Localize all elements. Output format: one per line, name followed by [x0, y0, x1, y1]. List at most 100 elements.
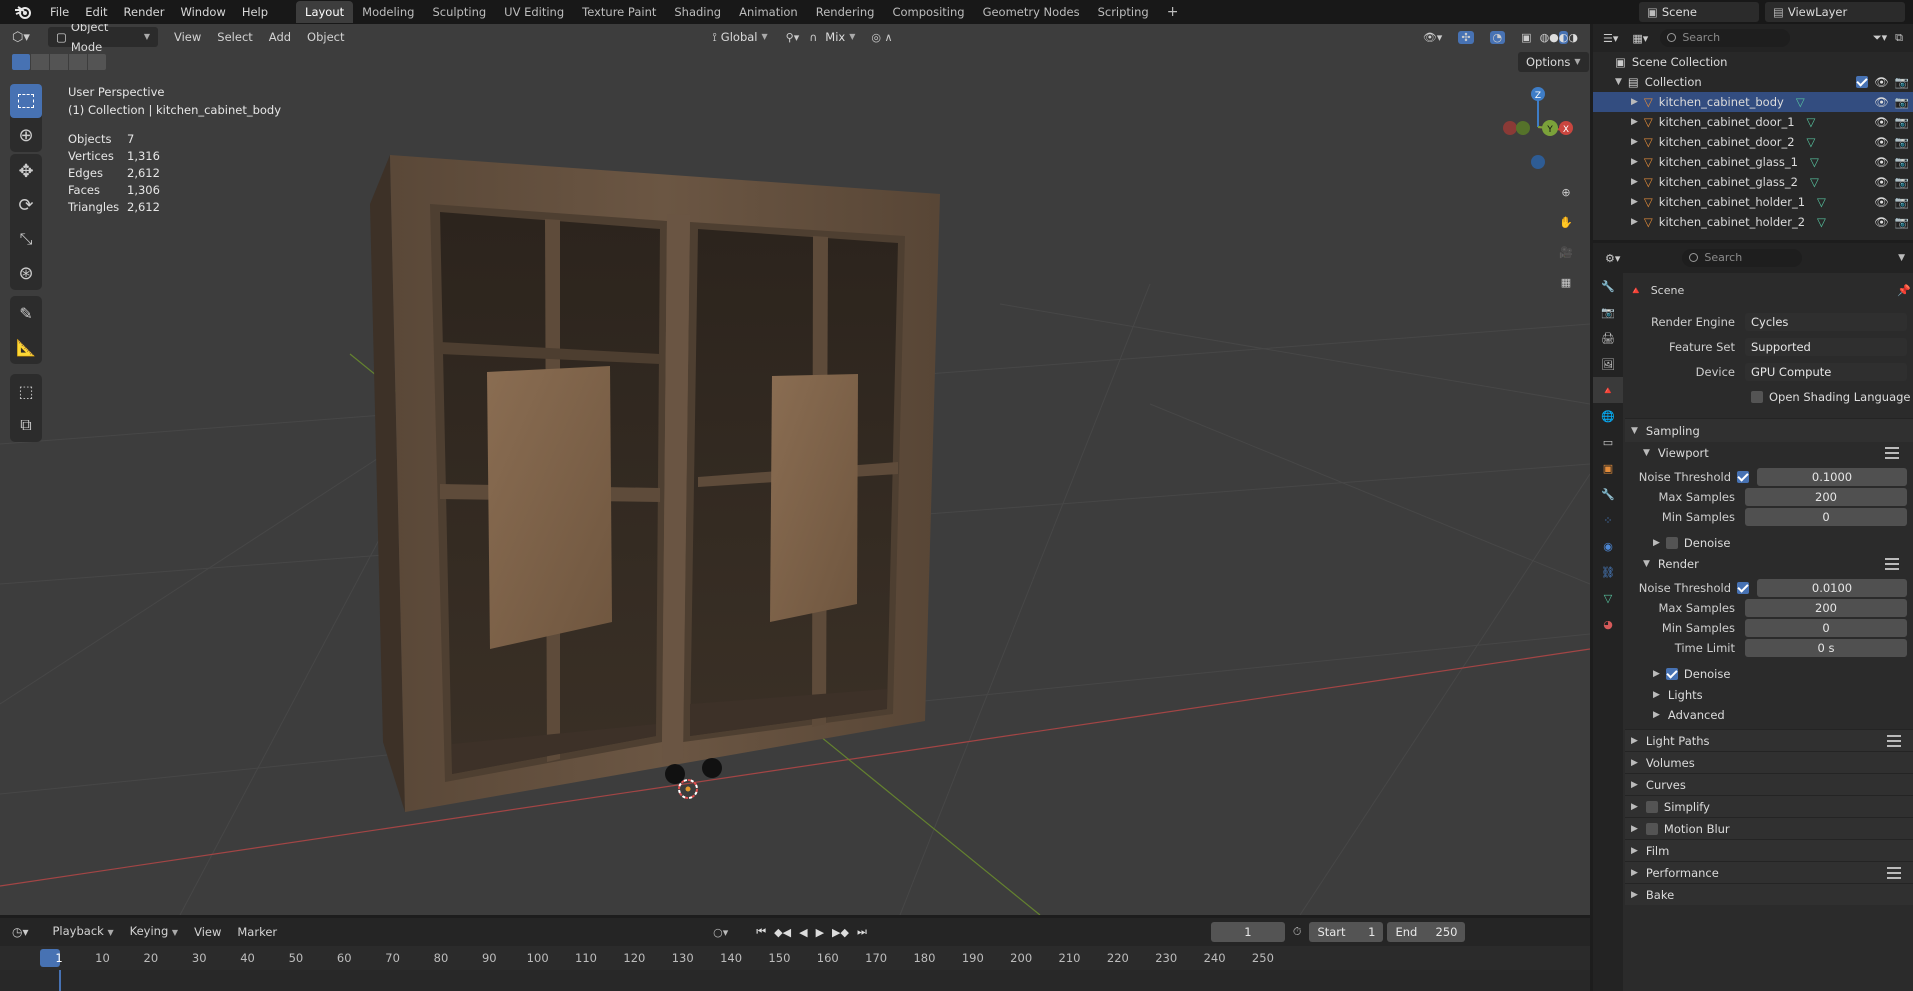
- display-mode-icon[interactable]: ▦▾: [1632, 32, 1648, 45]
- select-box-tool[interactable]: [10, 84, 42, 118]
- stopwatch-icon[interactable]: ⏱: [1293, 925, 1302, 939]
- cursor-tool[interactable]: ⊕: [10, 118, 42, 152]
- tab-uv-editing[interactable]: UV Editing: [495, 1, 573, 23]
- view-layer-selector[interactable]: ▤ ViewLayer: [1765, 2, 1905, 22]
- outliner-object-row[interactable]: ▶ ▽ kitchen_cabinet_glass_1 ▽ 👁 📷: [1593, 152, 1913, 172]
- auto-keying-icon[interactable]: ○▾: [713, 926, 728, 939]
- timeline-view-menu[interactable]: View: [186, 921, 229, 943]
- select-invert-icon[interactable]: [69, 54, 87, 70]
- panel-film[interactable]: ▶ Film: [1625, 839, 1913, 861]
- camera-render-icon[interactable]: 📷: [1895, 75, 1909, 89]
- tab-rendering[interactable]: Rendering: [807, 1, 884, 23]
- viewport-subpanel-header[interactable]: ▼ Viewport: [1641, 443, 1911, 463]
- timeline-body[interactable]: [0, 970, 1590, 991]
- tab-constraints[interactable]: ⛓: [1593, 559, 1623, 585]
- eye-icon[interactable]: 👁: [1874, 135, 1889, 149]
- collection-row[interactable]: ▼ ▤ Collection 👁 📷: [1593, 72, 1913, 92]
- 3d-viewport[interactable]: ⬡▾ ▢ Object Mode ▼ View Select Add Objec…: [0, 24, 1590, 915]
- mesh-data-icon[interactable]: ▽: [1807, 115, 1816, 129]
- tab-object[interactable]: ▣: [1593, 455, 1623, 481]
- outliner-object-row[interactable]: ▶ ▽ kitchen_cabinet_glass_2 ▽ 👁 📷: [1593, 172, 1913, 192]
- viewport-noise-threshold-checkbox[interactable]: [1737, 471, 1749, 483]
- panel-bake[interactable]: ▶ Bake: [1625, 883, 1913, 905]
- add-cube-tool[interactable]: ⬚: [10, 374, 42, 408]
- viewport-denoise-row[interactable]: ▶ Denoise: [1641, 533, 1730, 553]
- rotate-tool[interactable]: ⟳: [10, 188, 42, 222]
- tab-particles[interactable]: ⁘: [1593, 507, 1623, 533]
- camera-render-icon[interactable]: 📷: [1895, 215, 1909, 229]
- exclude-checkbox[interactable]: [1856, 76, 1869, 88]
- proportional-falloff-selector[interactable]: Mix ▼: [817, 27, 863, 47]
- end-frame-field[interactable]: End 250: [1387, 922, 1466, 942]
- jump-keyframe-forward-icon[interactable]: ▶◆: [832, 926, 849, 939]
- scale-tool[interactable]: ⤡: [10, 222, 42, 256]
- tab-tool[interactable]: 🔧: [1593, 273, 1623, 299]
- eye-icon[interactable]: 👁: [1874, 195, 1889, 209]
- camera-render-icon[interactable]: 📷: [1895, 95, 1909, 109]
- zoom-button[interactable]: ⊕: [1553, 179, 1579, 205]
- outliner-object-row[interactable]: ▶ ▽ kitchen_cabinet_holder_2 ▽ 👁 📷: [1593, 212, 1913, 232]
- expand-right-icon[interactable]: ▶: [1631, 197, 1638, 207]
- expand-right-icon[interactable]: ▶: [1631, 157, 1638, 167]
- keying-menu[interactable]: Keying ▼: [122, 920, 186, 944]
- camera-render-icon[interactable]: 📷: [1895, 155, 1909, 169]
- editor-type-icon[interactable]: ⬡▾: [12, 30, 42, 45]
- menu-object[interactable]: Object: [299, 26, 352, 48]
- shading-material-icon[interactable]: ◐: [1558, 30, 1569, 44]
- scene-selector[interactable]: ▣ Scene: [1639, 2, 1759, 22]
- render-noise-threshold-checkbox[interactable]: [1737, 582, 1749, 594]
- jump-start-icon[interactable]: ⏮: [756, 925, 766, 939]
- shading-rendered-icon[interactable]: ◑: [1568, 31, 1578, 44]
- sampling-panel-header[interactable]: ▼ Sampling: [1625, 418, 1913, 442]
- overlays-icon[interactable]: ◔: [1489, 30, 1506, 44]
- advanced-subpanel[interactable]: ▶ Advanced: [1641, 705, 1725, 725]
- blender-logo-icon[interactable]: [12, 1, 34, 23]
- menu-file[interactable]: File: [42, 0, 77, 24]
- outliner-editor-type-icon[interactable]: ☰▾: [1603, 32, 1618, 45]
- tab-output[interactable]: 🖨: [1593, 325, 1623, 351]
- outliner-search-input[interactable]: Search: [1660, 29, 1791, 47]
- add-workspace-button[interactable]: +: [1158, 1, 1188, 23]
- start-frame-field[interactable]: Start 1: [1309, 922, 1384, 942]
- mesh-data-icon[interactable]: ▽: [1817, 215, 1826, 229]
- play-icon[interactable]: ▶: [816, 926, 824, 939]
- outliner-object-row[interactable]: ▶ ▽ kitchen_cabinet_holder_1 ▽ 👁 📷: [1593, 192, 1913, 212]
- render-noise-threshold-field[interactable]: 0.0100: [1757, 579, 1907, 597]
- select-extend-icon[interactable]: [31, 54, 49, 70]
- tab-view-layer[interactable]: 🖼: [1593, 351, 1623, 377]
- tab-layout[interactable]: Layout: [296, 1, 354, 23]
- render-engine-dropdown[interactable]: Cycles: [1745, 313, 1907, 331]
- panel-light-paths[interactable]: ▶ Light Paths: [1625, 729, 1913, 751]
- navigation-gizmo[interactable]: Z Y X: [1493, 82, 1583, 172]
- playback-menu[interactable]: Playback ▼: [45, 920, 122, 944]
- tab-collection[interactable]: ▭: [1593, 429, 1623, 455]
- menu-render[interactable]: Render: [116, 0, 173, 24]
- select-new-icon[interactable]: [12, 54, 30, 70]
- scene-collection-row[interactable]: ▣ Scene Collection: [1593, 52, 1913, 72]
- outliner-object-row[interactable]: ▶ ▽ kitchen_cabinet_door_1 ▽ 👁 📷: [1593, 112, 1913, 132]
- device-dropdown[interactable]: GPU Compute: [1745, 363, 1907, 381]
- tab-physics[interactable]: ◉: [1593, 533, 1623, 559]
- menu-view[interactable]: View: [166, 26, 209, 48]
- tab-modifiers[interactable]: 🔧: [1593, 481, 1623, 507]
- tab-texture-paint[interactable]: Texture Paint: [573, 1, 665, 23]
- menu-select[interactable]: Select: [209, 26, 260, 48]
- render-denoise-row[interactable]: ▶ Denoise: [1641, 664, 1730, 684]
- move-tool[interactable]: ✥: [10, 154, 42, 188]
- mesh-data-icon[interactable]: ▽: [1810, 175, 1819, 189]
- tab-render[interactable]: 📷: [1593, 299, 1623, 325]
- camera-render-icon[interactable]: 📷: [1895, 175, 1909, 189]
- expand-right-icon[interactable]: ▶: [1631, 97, 1638, 107]
- osl-checkbox-row[interactable]: Open Shading Language: [1751, 387, 1911, 407]
- proportional-edit-icon[interactable]: ◎ ∧: [871, 31, 892, 44]
- panel-volumes[interactable]: ▶ Volumes: [1625, 751, 1913, 773]
- filter-icon[interactable]: ⏷▾: [1873, 31, 1887, 45]
- time-limit-field[interactable]: 0 s: [1745, 639, 1907, 657]
- mesh-data-icon[interactable]: ▽: [1810, 155, 1819, 169]
- menu-edit[interactable]: Edit: [77, 0, 115, 24]
- current-frame-field[interactable]: 1: [1210, 922, 1285, 942]
- pan-button[interactable]: ✋: [1553, 209, 1579, 235]
- chevron-down-icon[interactable]: ▼: [1898, 253, 1905, 263]
- tab-world[interactable]: 🌐: [1593, 403, 1623, 429]
- outliner-object-row[interactable]: ▶ ▽ kitchen_cabinet_body ▽ 👁 📷: [1593, 92, 1913, 112]
